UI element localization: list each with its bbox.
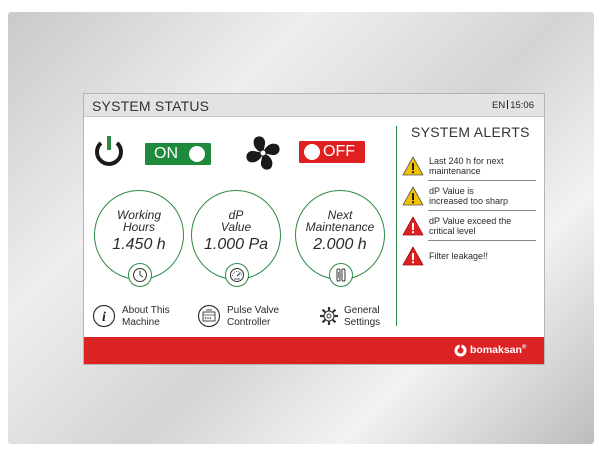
critical-warning-icon: [402, 246, 424, 266]
gauge-value: 1.000 Pa: [203, 236, 269, 253]
brand-mark-icon: [454, 344, 467, 357]
gear-icon: [320, 307, 338, 325]
panel-divider: [396, 126, 397, 326]
dp-value-gauge[interactable]: dP Value 1.000 Pa: [191, 190, 281, 287]
button-label: Machine: [122, 317, 160, 328]
alert-item[interactable]: dP Value is increased too sharp: [402, 184, 537, 211]
next-maintenance-gauge[interactable]: Next Maintenance 2.000 h: [295, 190, 385, 287]
page-title: SYSTEM STATUS: [92, 98, 210, 114]
button-label: General: [344, 305, 380, 316]
controller-icon: [197, 304, 221, 328]
pressure-gauge-icon: [230, 268, 244, 282]
alert-text: increased too sharp: [429, 196, 509, 206]
language-time: EN 15:06: [492, 100, 534, 111]
clock-time: 15:06: [510, 100, 534, 111]
alert-text: critical level: [429, 226, 476, 236]
hmi-screen: SYSTEM STATUS EN 15:06 ON OFF Working Hou…: [84, 94, 544, 364]
pressure-badge: [225, 263, 249, 287]
info-icon: i: [92, 304, 116, 328]
button-label: Settings: [344, 317, 381, 328]
fan-icon: [246, 136, 280, 170]
power-toggle-label: ON: [154, 145, 178, 162]
alert-item[interactable]: Filter leakage!!: [402, 244, 537, 270]
footer-bar: bomaksan®: [84, 337, 544, 364]
alert-item[interactable]: Last 240 h for next maintenance: [402, 154, 537, 181]
separator: [507, 100, 509, 109]
divider: [428, 240, 536, 241]
warning-icon: [402, 156, 424, 176]
critical-warning-icon: [402, 216, 424, 236]
gauge-value: 1.450 h: [112, 236, 166, 253]
toggle-knob: [189, 146, 205, 162]
clock-icon: [133, 268, 147, 282]
top-bar: SYSTEM STATUS EN 15:06: [84, 94, 544, 117]
alert-text: dP Value is: [429, 186, 474, 196]
gauge-label: Hours: [122, 220, 155, 234]
alert-text: Filter leakage!!: [429, 251, 489, 261]
fan-toggle[interactable]: OFF: [299, 141, 365, 163]
alerts-title: SYSTEM ALERTS: [411, 124, 530, 140]
toggle-knob: [304, 144, 320, 160]
wrench-screwdriver-icon: [336, 268, 346, 282]
alert-item[interactable]: dP Value exceed the critical level: [402, 214, 537, 241]
button-label: Pulse Valve: [227, 305, 280, 316]
maintenance-badge: [329, 263, 353, 287]
svg-text:i: i: [102, 310, 106, 325]
system-power-toggle[interactable]: ON: [145, 143, 211, 165]
brand-name: bomaksan®: [470, 344, 527, 356]
power-icon: [95, 136, 123, 166]
gauge-value: 2.000 h: [313, 236, 367, 253]
fan-toggle-label: OFF: [323, 143, 355, 160]
gauge-label: Maintenance: [305, 220, 375, 234]
button-label: About This: [122, 305, 170, 316]
language-selector[interactable]: EN: [492, 100, 505, 111]
warning-icon: [402, 186, 424, 206]
divider: [428, 210, 536, 211]
alert-text: Last 240 h for next: [429, 156, 504, 166]
clock-badge: [128, 263, 152, 287]
alert-text: maintenance: [429, 166, 481, 176]
about-machine-button[interactable]: i About This Machine: [92, 302, 182, 332]
button-label: Controller: [227, 317, 271, 328]
divider: [428, 180, 536, 181]
working-hours-gauge[interactable]: Working Hours 1.450 h: [94, 190, 184, 287]
general-settings-button[interactable]: General Settings: [317, 302, 387, 332]
pulse-valve-controller-button[interactable]: Pulse Valve Controller: [197, 302, 292, 332]
gauge-label: Value: [220, 220, 252, 234]
brand-logo: bomaksan®: [454, 344, 536, 358]
alert-text: dP Value exceed the: [429, 216, 512, 226]
